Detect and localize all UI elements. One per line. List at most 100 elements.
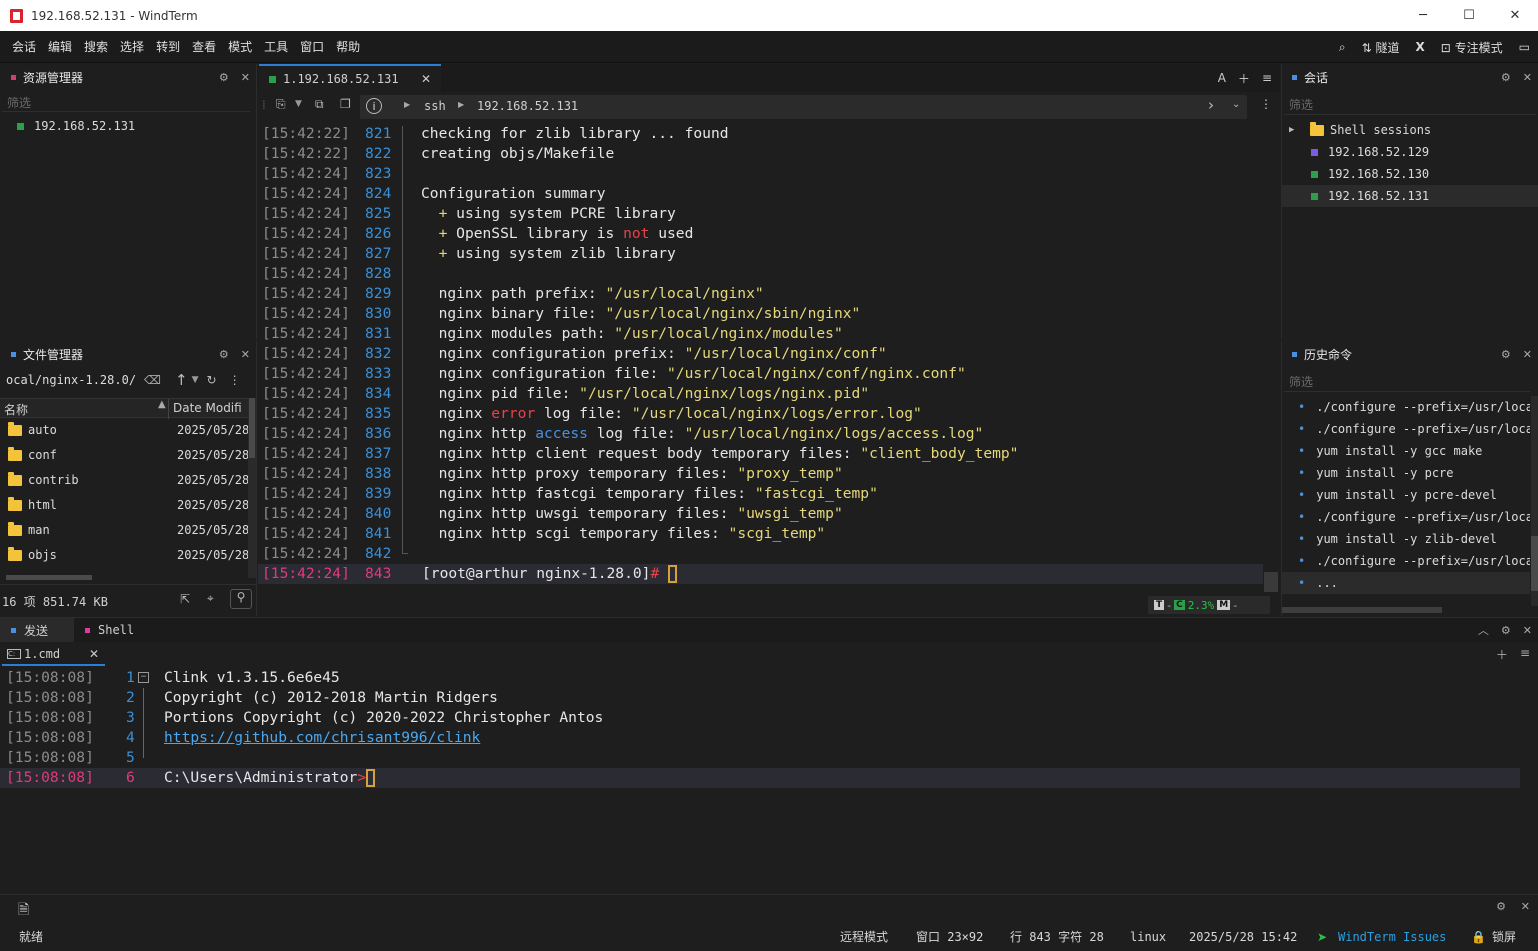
more-icon[interactable]: ⋮ [1260,97,1272,111]
path-field[interactable]: ocal/nginx-1.28.0/ [6,373,136,387]
menu-view[interactable]: 查看 [186,38,222,55]
more-icon[interactable]: ⋮ [229,373,241,387]
status-issues-link[interactable]: WindTerm Issues [1338,923,1446,951]
c-indicator[interactable]: C [1174,600,1185,610]
chevron-down-icon[interactable]: ⌄ [1232,99,1240,110]
history-item[interactable]: • yum install -y zlib-devel [1282,528,1530,550]
session-group[interactable]: ▶ Shell sessions [1282,119,1538,141]
m-indicator[interactable]: M [1217,600,1231,610]
vertical-scrollbar[interactable] [1264,572,1278,592]
info-icon[interactable]: i [366,98,382,114]
history-item[interactable]: • ./configure --prefix=/usr/local [1282,396,1530,418]
vertical-scrollbar[interactable] [1531,396,1538,606]
session-item-selected[interactable]: 192.168.52.131 [1282,185,1538,207]
open-folder-icon[interactable]: ⇱ [180,592,190,606]
tunnel-button[interactable]: ⇅ 隧道 [1362,39,1400,56]
tab-shell[interactable]: Shell [74,618,154,642]
new-tab-icon[interactable]: ＋ [1496,646,1508,663]
focus-mode-button[interactable]: ⊡ 专注模式 [1441,39,1503,56]
gear-icon[interactable]: ⚙ [1501,624,1511,637]
file-row[interactable]: html 2025/05/28 [0,493,256,518]
close-icon[interactable]: ✕ [1523,71,1532,84]
drag-handle-icon[interactable]: ⁞ [262,98,266,112]
up-arrow-icon[interactable]: ↑ [175,371,188,389]
new-tab-icon[interactable]: ＋ [1238,70,1250,87]
menu-mode[interactable]: 模式 [222,38,258,55]
refresh-icon[interactable]: ↻ [207,373,217,387]
close-window-button[interactable]: ✕ [1492,0,1538,31]
close-tab-icon[interactable]: ✕ [89,647,99,661]
history-item[interactable]: • ./configure --prefix=/usr/local [1282,550,1530,572]
location-pin-icon[interactable]: ⌖ [207,591,214,606]
chevron-right-icon[interactable]: › [1208,96,1214,114]
column-name[interactable]: 名称 [4,401,28,418]
horizontal-scrollbar[interactable] [1282,607,1442,613]
copy-icon[interactable]: ❐ [340,97,351,111]
history-item[interactable]: • yum install -y gcc make [1282,440,1530,462]
vertical-scrollbar[interactable] [248,398,256,578]
history-item[interactable]: • yum install -y pcre [1282,462,1530,484]
menu-session[interactable]: 会话 [6,38,42,55]
file-row[interactable]: conf 2025/05/28 [0,443,256,468]
session-item[interactable]: 192.168.52.130 [1282,163,1538,185]
file-row[interactable]: auto 2025/05/28 [0,418,256,443]
send-document-icon[interactable]: 🗎 [18,899,29,923]
gear-icon[interactable]: ⚙ [1496,900,1506,913]
history-item[interactable]: • ./configure --prefix=/usr/local [1282,506,1530,528]
breadcrumb-protocol[interactable]: ssh [424,99,446,113]
column-date[interactable]: Date Modifi [173,401,242,415]
gear-icon[interactable]: ⚙ [219,71,229,84]
status-lock[interactable]: 锁屏 [1492,923,1516,951]
chevron-down-icon[interactable]: ▼ [192,375,199,385]
gear-icon[interactable]: ⚙ [219,348,229,361]
file-row[interactable]: objs 2025/05/28 [0,543,256,568]
status-window-size[interactable]: 窗口 23×92 [916,923,983,951]
session-item[interactable]: 192.168.52.129 [1282,141,1538,163]
close-icon[interactable]: ✕ [1523,624,1532,637]
duplicate-icon[interactable]: ⧉ [315,97,324,112]
status-os[interactable]: linux [1130,923,1166,951]
history-item[interactable]: • yum install -y pcre-devel [1282,484,1530,506]
history-filter[interactable]: 筛选 [1289,373,1313,390]
gear-icon[interactable]: ⚙ [1501,348,1511,361]
tab-menu-icon[interactable]: ≡ [1520,646,1530,663]
t-indicator[interactable]: T [1154,600,1165,610]
gear-icon[interactable]: ⚙ [1501,71,1511,84]
menu-search[interactable]: 搜索 [78,38,114,55]
chevron-down-icon[interactable]: ▼ [295,99,302,109]
layout-icon[interactable]: ▭ [1519,40,1530,54]
chevron-up-icon[interactable]: ︿ [1478,622,1489,638]
clink-link[interactable]: https://github.com/chrisant996/clink [164,728,480,748]
history-item[interactable]: • ./configure --prefix=/usr/local [1282,418,1530,440]
close-tab-icon[interactable]: ✕ [421,72,431,86]
x-icon[interactable]: X [1416,40,1425,54]
explorer-filter[interactable]: 筛选 [7,94,31,111]
history-item[interactable]: •... [1282,572,1530,594]
fold-toggle-icon[interactable]: − [138,672,149,683]
menu-help[interactable]: 帮助 [330,38,366,55]
breadcrumb-host[interactable]: 192.168.52.131 [477,99,578,113]
close-icon[interactable]: ✕ [241,348,250,361]
terminal-output[interactable]: [15:42:22] 821 checking for zlib library .… [258,124,1280,614]
close-icon[interactable]: ✕ [241,71,250,84]
font-size-button[interactable]: A [1218,71,1226,85]
horizontal-scrollbar[interactable] [6,575,92,580]
tab-menu-icon[interactable]: ≡ [1262,71,1272,85]
sync-icon[interactable]: ⚲ [230,589,252,609]
file-row[interactable]: man 2025/05/28 [0,518,256,543]
tab-cmd[interactable]: C: 1.cmd ✕ [2,644,105,666]
status-position[interactable]: 行 843 字符 28 [1010,923,1104,951]
menu-edit[interactable]: 编辑 [42,38,78,55]
menu-goto[interactable]: 转到 [150,38,186,55]
sessions-filter[interactable]: 筛选 [1289,96,1313,113]
maximize-button[interactable]: ☐ [1446,0,1492,31]
tab-send[interactable]: 发送 [0,618,74,642]
status-remote-mode[interactable]: 远程模式 [840,923,888,951]
clear-path-icon[interactable]: ⌫ [144,373,161,387]
close-icon[interactable]: ✕ [1523,348,1532,361]
file-row[interactable]: contrib 2025/05/28 [0,468,256,493]
new-session-icon[interactable]: ⎘ [276,97,286,112]
menu-tools[interactable]: 工具 [258,38,294,55]
minimize-button[interactable]: ─ [1400,0,1446,31]
chevron-right-icon[interactable]: ▶ [1289,119,1294,141]
